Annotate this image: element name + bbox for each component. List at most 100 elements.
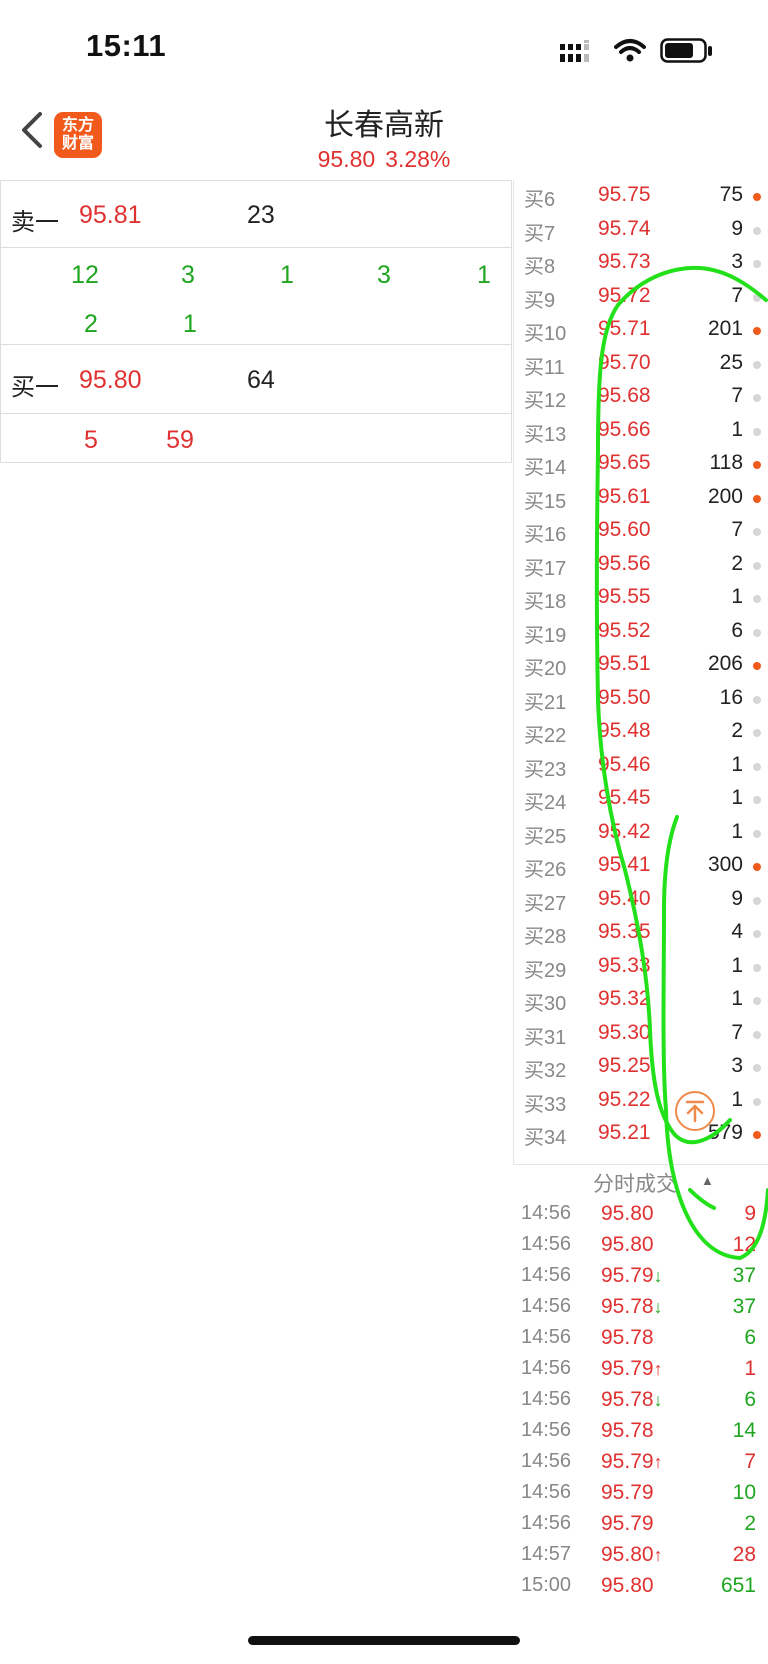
status-dot-icon (753, 595, 761, 603)
arrow-up-icon: ↑ (653, 1359, 663, 1379)
buy-level-label: 买29 (524, 959, 567, 982)
buy-level-label: 买19 (524, 624, 567, 647)
buy-level-row: 买17 95.56 2 (514, 549, 768, 582)
tick-volume: 10 (732, 1481, 756, 1504)
buy-level-volume: 579 (707, 1121, 743, 1144)
arrow-down-icon: ↓ (653, 1297, 663, 1317)
tick-volume: 28 (732, 1543, 756, 1566)
buy-level-price: 95.46 (598, 752, 651, 776)
buy-level-row: 买8 95.73 3 (514, 247, 768, 280)
tick-volume: 6 (744, 1326, 756, 1349)
tick-row: 14:56 95.78 6 (513, 1324, 768, 1355)
buy-level-price: 95.33 (598, 953, 651, 977)
buy-level-price: 95.56 (598, 551, 651, 575)
status-dot-icon (753, 896, 761, 905)
buy-level-label: 买11 (524, 356, 565, 379)
buy-level-label: 买31 (524, 1026, 567, 1049)
buy-level-label: 买20 (524, 658, 567, 680)
ask1-volume: 23 (247, 201, 275, 229)
buy-levels-list[interactable]: 买6 95.75 75 买7 95.74 9 买8 95.73 3 买9 95.72 7 买10 95.7… (513, 180, 768, 1165)
tick-price: 95.78 (601, 1419, 654, 1443)
buy-level-row: 买7 95.74 9 (514, 214, 768, 247)
tick-price-value: 95.80 (601, 1543, 654, 1566)
tick-price-value: 95.80 (601, 1202, 654, 1225)
status-dot-icon (753, 561, 761, 570)
buy-level-volume: 201 (707, 317, 743, 340)
tick-price-value: 95.78 (601, 1295, 654, 1318)
buy-level-label: 买14 (524, 457, 567, 479)
tick-time: 14:56 (521, 1388, 572, 1410)
tick-price: 95.80↑ (601, 1543, 663, 1567)
buy-level-volume: 118 (709, 451, 743, 474)
buy-level-volume: 1 (731, 752, 743, 776)
buy-level-volume: 1 (731, 987, 743, 1010)
buy-level-price: 95.40 (598, 886, 651, 910)
buy-level-row: 买32 95.25 3 (514, 1051, 768, 1084)
tick-time: 14:56 (521, 1202, 572, 1224)
tick-price-value: 95.79 (601, 1512, 654, 1535)
tick-price-value: 95.79 (601, 1264, 654, 1287)
buy-level-volume: 6 (731, 618, 743, 642)
status-dot-icon (753, 863, 761, 871)
queue-item: 1 (183, 310, 197, 338)
status-dot-icon (753, 930, 761, 938)
buy-level-volume: 9 (731, 886, 743, 910)
buy-level-price: 95.50 (598, 685, 651, 709)
home-indicator[interactable] (248, 1636, 520, 1645)
tick-time: 14:56 (521, 1264, 572, 1286)
tick-list-header[interactable]: 分时成交 ▲ (513, 1164, 768, 1199)
status-dot-icon (753, 1064, 761, 1072)
tick-row: 14:56 95.78 14 (513, 1417, 768, 1448)
queue-item: 2 (84, 310, 98, 338)
tick-time: 14:56 (521, 1326, 572, 1348)
buy-level-volume: 1 (731, 585, 743, 608)
buy-level-volume: 4 (731, 920, 743, 943)
tick-volume: 2 (744, 1512, 756, 1535)
buy-level-price: 95.52 (598, 618, 651, 642)
change-percent: 3.28% (385, 146, 451, 172)
tick-row: 14:56 95.80 12 (513, 1231, 768, 1262)
tick-price-value: 95.78 (601, 1419, 654, 1442)
buy-level-volume: 3 (731, 250, 743, 273)
tick-price: 95.79↑ (601, 1357, 663, 1381)
buy-level-label: 买8 (524, 256, 556, 278)
tick-price: 95.80 (601, 1233, 654, 1257)
caret-up-icon: ▲ (701, 1173, 714, 1188)
status-dot-icon (753, 193, 761, 201)
queue-item: 1 (477, 261, 491, 289)
buy-level-label: 买26 (524, 859, 567, 881)
arrow-up-icon: ↑ (653, 1452, 663, 1472)
status-dot-icon (753, 662, 761, 670)
buy-level-label: 买15 (524, 490, 567, 513)
status-dot-icon (753, 327, 761, 335)
tick-price-value: 95.79 (601, 1450, 654, 1473)
buy-level-volume: 2 (731, 551, 743, 575)
scroll-top-button[interactable] (675, 1091, 715, 1131)
buy-level-row: 买10 95.71 201 (514, 314, 768, 347)
tick-price: 95.80 (601, 1574, 654, 1598)
buy-level-price: 95.35 (598, 920, 651, 943)
tick-price: 95.79 (601, 1481, 654, 1505)
buy-level-row: 买34 95.21 579 (514, 1118, 768, 1151)
buy-level-label: 买28 (524, 926, 567, 948)
tick-price: 95.79↑ (601, 1450, 663, 1474)
tick-volume: 9 (744, 1202, 756, 1225)
buy-level-row: 买23 95.46 1 (514, 750, 768, 783)
tick-time: 14:56 (521, 1419, 572, 1441)
buy-level-row: 买29 95.33 1 (514, 951, 768, 984)
status-dot-icon (753, 427, 761, 436)
tick-row: 14:56 95.78↓ 37 (513, 1293, 768, 1324)
buy-level-label: 买22 (524, 725, 567, 747)
tick-price-value: 95.80 (601, 1233, 654, 1256)
buy-level-label: 买34 (524, 1127, 567, 1149)
battery-icon (660, 38, 714, 64)
buy-level-row: 买21 95.50 16 (514, 683, 768, 716)
buy-level-price: 95.74 (598, 216, 651, 240)
status-dot-icon (753, 796, 761, 804)
buy-level-volume: 75 (719, 183, 743, 206)
buy-level-volume: 1 (731, 1087, 743, 1111)
buy-level-row: 买31 95.30 7 (514, 1018, 768, 1051)
buy-level-volume: 1 (731, 417, 743, 441)
status-dot-icon (753, 494, 761, 503)
tick-price-value: 95.80 (601, 1574, 654, 1597)
